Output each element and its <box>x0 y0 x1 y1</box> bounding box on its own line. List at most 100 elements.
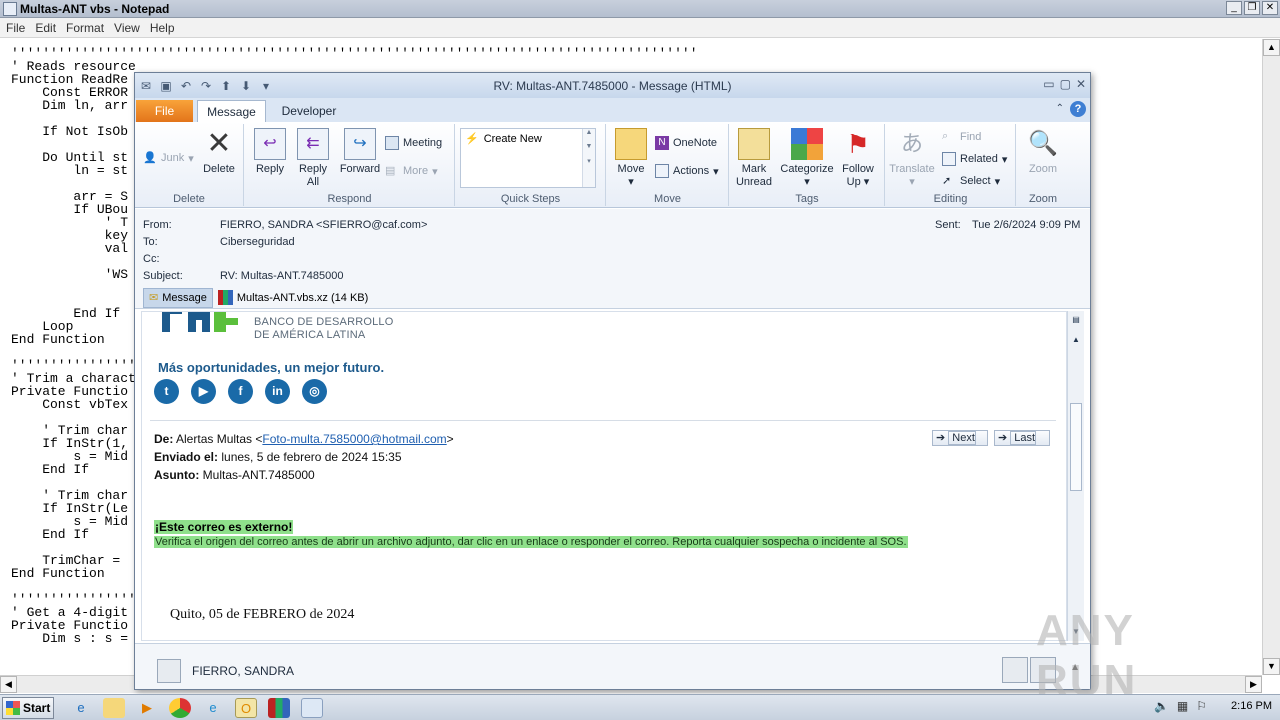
scroll-up-icon[interactable]: ▲ <box>1263 39 1280 56</box>
outlook-close-icon[interactable]: ✕ <box>1076 77 1086 91</box>
chrome-icon[interactable] <box>169 698 191 718</box>
delete-button[interactable]: ✕ Delete <box>197 128 241 176</box>
avatar[interactable] <box>157 659 181 683</box>
sent-value: Tue 2/6/2024 9:09 PM <box>972 219 1081 231</box>
youtube-icon[interactable]: ▶ <box>191 379 216 404</box>
caf-logo <box>162 312 240 332</box>
last-button[interactable]: ➔ Last <box>994 430 1050 446</box>
zoom-button[interactable]: 🔍 Zoom <box>1021 128 1065 176</box>
onenote-button[interactable]: N OneNote <box>655 134 717 152</box>
twitter-icon[interactable]: t <box>154 379 179 404</box>
translate-button[interactable]: あ Translate ▾ <box>888 128 936 189</box>
redo-icon[interactable]: ↷ <box>199 79 213 93</box>
next-item-icon[interactable]: ⬇ <box>239 79 253 93</box>
junk-button[interactable]: 👤 Junk ▾ <box>143 149 194 167</box>
envelope-unread-icon <box>738 128 770 160</box>
delete-group-label: Delete <box>173 193 205 205</box>
explorer-icon[interactable] <box>103 698 125 718</box>
actions-button[interactable]: Actions ▾ <box>655 162 719 180</box>
notepad-icon <box>3 1 17 16</box>
from-value[interactable]: FIERRO, SANDRA <SFIERRO@caf.com> <box>220 219 427 231</box>
next-button[interactable]: ➔ Next <box>932 430 988 446</box>
winrar-icon[interactable] <box>268 698 290 718</box>
undo-icon[interactable]: ↶ <box>179 79 193 93</box>
instagram-icon[interactable]: ◎ <box>302 379 327 404</box>
reply-all-icon: ⇇ <box>297 128 329 160</box>
junk-icon: 👤 <box>143 152 157 164</box>
menu-edit[interactable]: Edit <box>35 21 56 35</box>
body-vertical-scrollbar[interactable]: ▤ ▲ ▼ <box>1067 311 1084 641</box>
attachment-file[interactable]: Multas-ANT.vbs.xz (14 KB) <box>217 290 368 305</box>
quick-steps-gallery[interactable]: ⚡ Create New ▲ ▼ ▾ <box>460 128 596 188</box>
media-player-icon[interactable]: ▶ <box>136 698 158 718</box>
linkedin-icon[interactable]: in <box>265 379 290 404</box>
outlook-minimize-icon[interactable]: ▭ <box>1043 77 1054 91</box>
reply-button[interactable]: ↩ Reply <box>251 128 289 176</box>
minimize-button[interactable]: _ <box>1226 1 1242 15</box>
lightning-icon: ⚡ <box>465 133 479 145</box>
facebook-icon[interactable]: f <box>228 379 253 404</box>
envelope-icon: ✉ <box>140 78 152 93</box>
reply-all-button[interactable]: ⇇ Reply All <box>293 128 333 189</box>
delete-icon: ✕ <box>206 127 232 160</box>
follow-up-button[interactable]: ⚑ Follow Up ▾ <box>836 128 880 189</box>
outlook-maximize-icon[interactable]: ▢ <box>1060 77 1071 91</box>
notepad-vertical-scrollbar[interactable]: ▲ ▼ <box>1262 39 1280 675</box>
select-button[interactable]: ➚ Select ▾ <box>942 172 1000 190</box>
previous-item-icon[interactable]: ⬆ <box>219 79 233 93</box>
meeting-button[interactable]: Meeting <box>385 134 442 152</box>
archive-icon <box>217 290 233 305</box>
find-button[interactable]: ⌕ Find <box>942 128 981 146</box>
forward-button[interactable]: ↪ Forward <box>337 128 383 176</box>
speaker-icon[interactable]: 🔈 <box>1154 699 1169 713</box>
body-scroll-up-icon[interactable]: ▲ <box>1069 333 1083 347</box>
to-label: To: <box>143 236 158 248</box>
forward-icon: ↪ <box>344 128 376 160</box>
mark-unread-button[interactable]: Mark Unread <box>732 128 776 189</box>
ie-icon[interactable]: e <box>70 698 92 718</box>
restore-button[interactable]: ❐ <box>1244 1 1260 15</box>
message-tab[interactable]: ✉ Message <box>143 287 213 308</box>
people-pane: FIERRO, SANDRA ▲ <box>135 643 1090 689</box>
taskbar: Start e ▶ e O 🔈 ▦ ⚐ 2:16 PM <box>0 694 1280 720</box>
people-pane-name[interactable]: FIERRO, SANDRA <box>192 664 294 678</box>
tab-file[interactable]: File <box>136 100 193 122</box>
scroll-right-icon[interactable]: ▶ <box>1245 676 1262 693</box>
customize-qat-icon[interactable]: ▾ <box>259 79 273 93</box>
create-new-quick-step[interactable]: ⚡ Create New <box>465 132 542 146</box>
categorize-button[interactable]: Categorize ▾ <box>776 128 838 189</box>
tab-developer[interactable]: Developer <box>273 100 345 122</box>
menu-view[interactable]: View <box>114 21 140 35</box>
outlook-message-window: ✉ ▣ ↶ ↷ ⬆ ⬇ ▾ RV: Multas-ANT.7485000 - M… <box>134 72 1091 690</box>
pane-options-icon[interactable]: ▤ <box>1069 313 1083 327</box>
flag-tray-icon[interactable]: ⚐ <box>1196 699 1207 713</box>
scroll-left-icon[interactable]: ◀ <box>0 676 17 693</box>
menu-file[interactable]: File <box>6 21 25 35</box>
menu-help[interactable]: Help <box>150 21 175 35</box>
start-button[interactable]: Start <box>2 697 54 719</box>
move-button[interactable]: Move ▾ <box>611 128 651 189</box>
sent-label: Sent: <box>935 219 961 231</box>
sender-email-link[interactable]: Foto-multa.7585000@hotmail.com <box>262 432 446 446</box>
body-scroll-thumb[interactable] <box>1070 403 1082 491</box>
edge-icon[interactable]: e <box>202 698 224 718</box>
save-icon[interactable]: ▣ <box>159 79 173 93</box>
help-icon[interactable]: ? <box>1070 101 1086 117</box>
quick-steps-scroll[interactable]: ▲ ▼ ▾ <box>582 129 595 187</box>
contact-photo-icon[interactable] <box>1002 657 1028 683</box>
network-icon[interactable]: ▦ <box>1177 699 1188 713</box>
menu-format[interactable]: Format <box>66 21 104 35</box>
related-button[interactable]: Related ▾ <box>942 150 1007 168</box>
more-respond-button[interactable]: ▤ More ▾ <box>385 162 438 180</box>
notepad-taskbar-icon[interactable] <box>301 698 323 718</box>
translate-icon: あ <box>900 131 923 156</box>
outlook-title-bar: ✉ ▣ ↶ ↷ ⬆ ⬇ ▾ RV: Multas-ANT.7485000 - M… <box>135 73 1090 98</box>
clock[interactable]: 2:16 PM <box>1231 700 1272 712</box>
outlook-taskbar-icon[interactable]: O <box>235 698 257 718</box>
tab-message[interactable]: Message <box>197 100 266 122</box>
close-button[interactable]: ✕ <box>1262 1 1278 15</box>
message-body[interactable]: BANCO DE DESARROLLO DE AMÉRICA LATINA Má… <box>141 311 1067 641</box>
scroll-down-icon[interactable]: ▼ <box>1263 658 1280 675</box>
to-value[interactable]: Ciberseguridad <box>220 236 295 248</box>
collapse-ribbon-icon[interactable]: ⌃ <box>1056 101 1064 117</box>
